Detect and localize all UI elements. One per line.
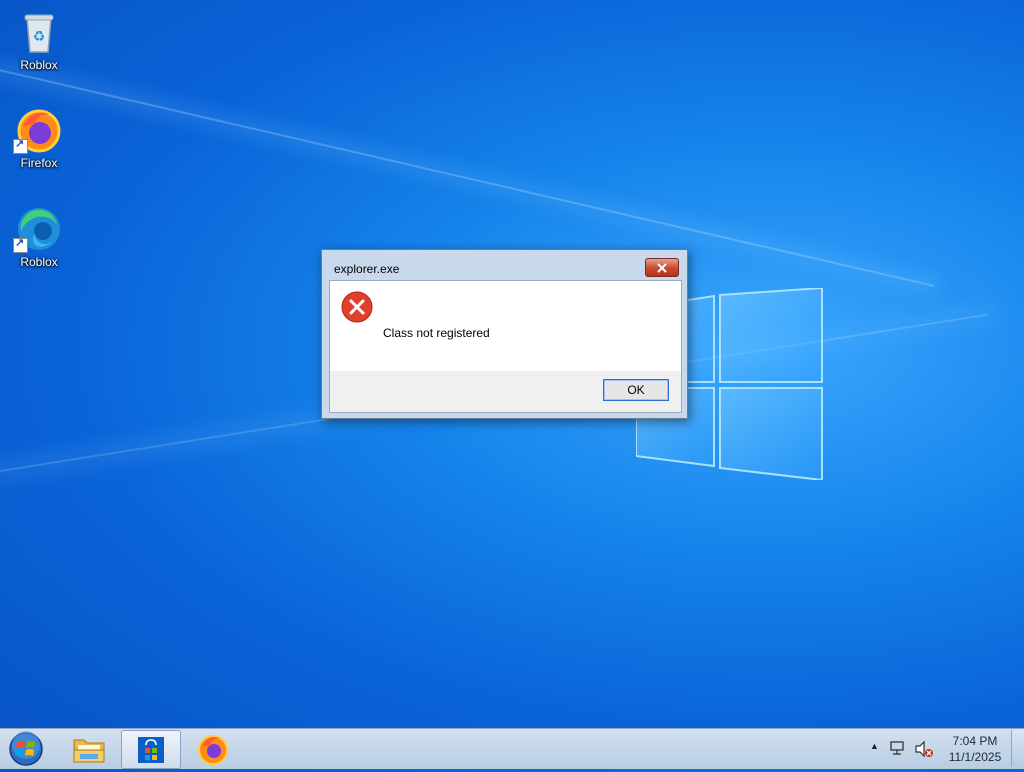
start-button[interactable]	[7, 731, 45, 767]
dialog-close-button[interactable]	[645, 258, 679, 277]
clock-date: 11/1/2025	[948, 750, 1002, 764]
windows-start-icon	[9, 731, 43, 766]
taskbar-file-explorer[interactable]	[60, 730, 118, 767]
error-icon	[341, 291, 373, 323]
ok-button[interactable]: OK	[603, 379, 669, 401]
firefox-icon	[13, 106, 63, 154]
taskbar-firefox[interactable]	[184, 730, 242, 767]
dialog-message: Class not registered	[383, 326, 490, 340]
shortcut-arrow-icon	[13, 236, 28, 253]
error-dialog: explorer.exe Class not registered OK	[321, 249, 688, 419]
recycle-bin-icon: ♻	[15, 8, 63, 56]
taskbar-clock[interactable]: 7:04 PM 11/1/2025	[940, 733, 1010, 765]
file-explorer-icon	[73, 739, 105, 762]
desktop-icon-label: Roblox	[20, 255, 58, 269]
desktop-icon-label: Firefox	[20, 156, 58, 170]
desktop-icon-label: Roblox	[20, 58, 58, 72]
volume-muted-icon[interactable]	[914, 740, 934, 758]
edge-icon	[13, 205, 63, 253]
show-hidden-icons-button[interactable]: ▲	[870, 741, 879, 751]
show-desktop-button[interactable]	[1011, 730, 1024, 767]
dialog-title: explorer.exe	[334, 262, 400, 276]
taskbar-microsoft-store[interactable]	[121, 730, 181, 769]
shortcut-arrow-icon	[13, 137, 28, 154]
desktop-icon-firefox[interactable]: Firefox	[8, 106, 70, 170]
desktop-icon-recycle-bin[interactable]: ♻ Roblox	[8, 8, 70, 72]
microsoft-store-icon	[138, 736, 164, 763]
close-icon	[657, 262, 667, 273]
taskbar: ▲ 7:04 PM 11/1/2025	[0, 728, 1024, 769]
network-icon[interactable]	[890, 740, 908, 756]
firefox-icon	[198, 734, 228, 765]
svg-text:♻: ♻	[33, 29, 46, 45]
clock-time: 7:04 PM	[952, 734, 998, 748]
desktop-icon-edge[interactable]: Roblox	[8, 205, 70, 269]
dialog-content: Class not registered	[330, 281, 681, 371]
dialog-body: Class not registered OK	[329, 280, 682, 413]
